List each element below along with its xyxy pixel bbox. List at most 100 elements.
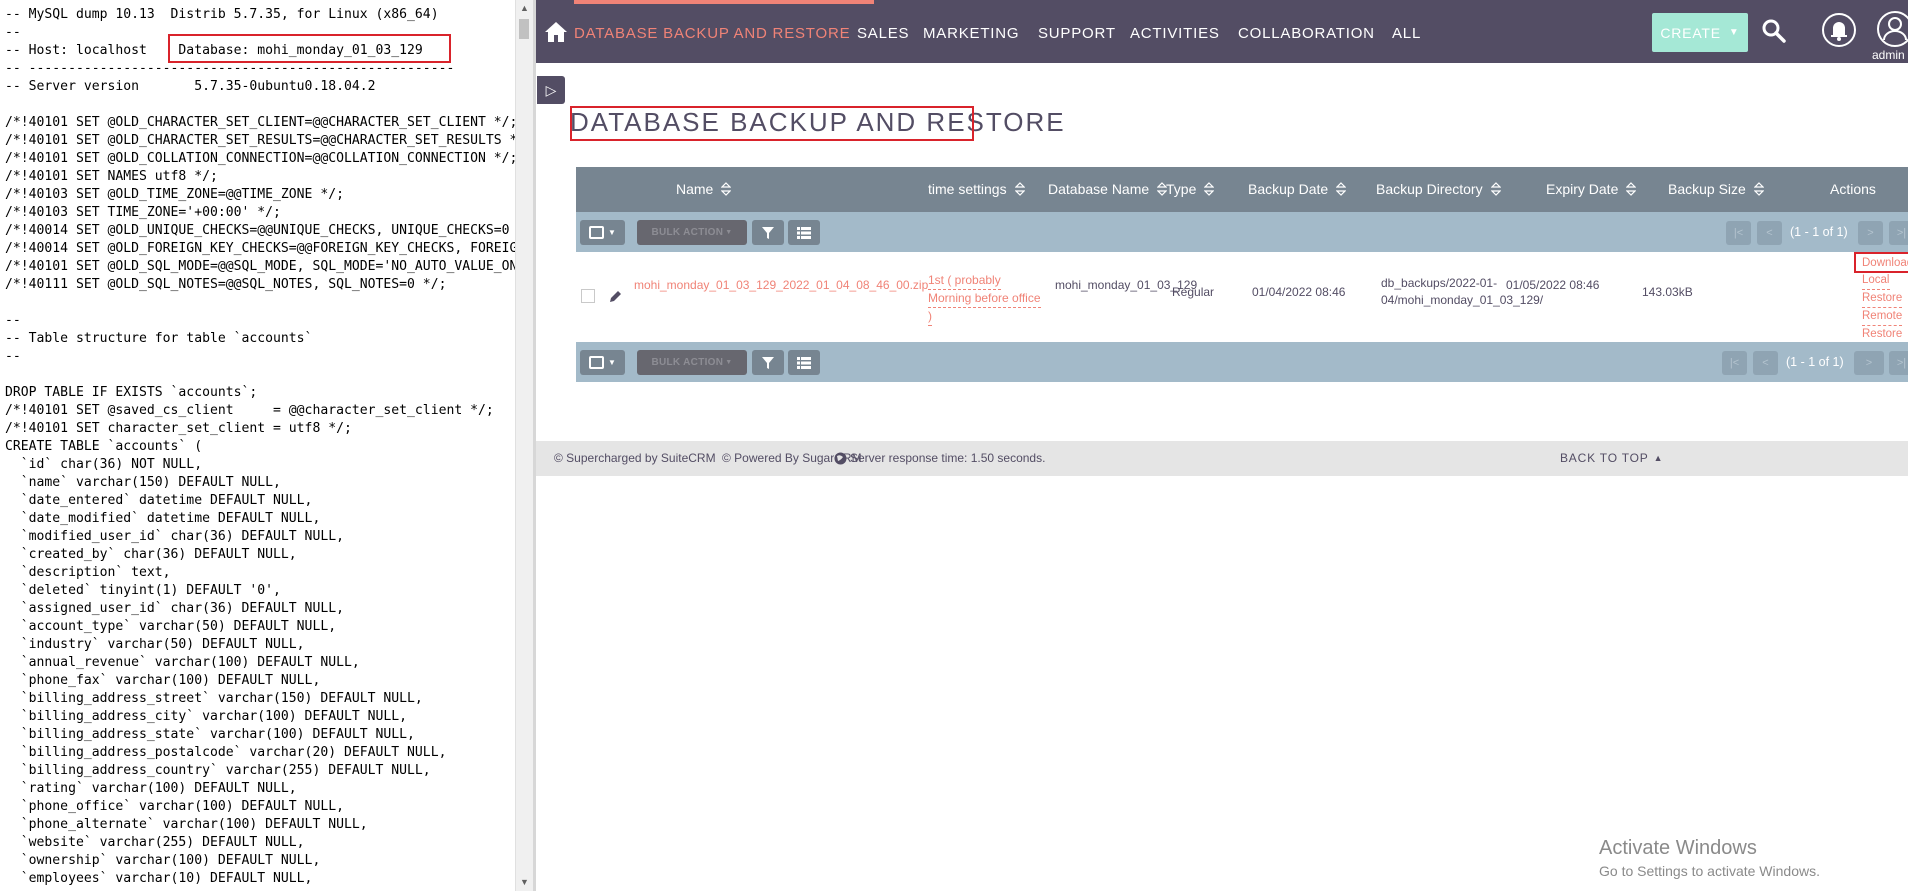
sql-dump-text[interactable]: -- MySQL dump 10.13 Distrib 5.7.35, for … — [5, 6, 515, 888]
column-header-name[interactable]: Name — [676, 181, 732, 197]
sidebar-toggle-button[interactable]: ▷ — [537, 76, 565, 104]
column-header-database-name[interactable]: Database Name — [1048, 181, 1168, 197]
sort-icon[interactable] — [1204, 182, 1215, 196]
sort-icon[interactable] — [1490, 182, 1501, 196]
column-header-backup-size[interactable]: Backup Size — [1668, 181, 1764, 197]
back-to-top-link[interactable]: BACK TO TOP ▲ — [1560, 451, 1663, 465]
last-page-button[interactable]: >| — [1889, 221, 1908, 245]
last-page-button[interactable]: >| — [1889, 351, 1908, 375]
first-page-button[interactable]: |< — [1722, 351, 1747, 375]
sort-icon[interactable] — [1336, 182, 1347, 196]
sql-line: `rating` varchar(100) DEFAULT NULL, — [5, 781, 297, 796]
time-settings-line: Morning before office — [928, 290, 1041, 308]
column-chooser-button[interactable] — [788, 220, 820, 245]
suitecrm-credit[interactable]: © Supercharged by SuiteCRM — [554, 451, 716, 465]
activate-windows-subtitle: Go to Settings to activate Windows. — [1599, 863, 1820, 879]
pencil-edit-icon[interactable] — [608, 289, 623, 304]
column-header-label: Name — [676, 181, 714, 197]
nav-item-collaboration[interactable]: COLLABORATION — [1238, 25, 1375, 42]
last-page-icon: >| — [1896, 227, 1907, 239]
nav-item-all[interactable]: ALL — [1392, 25, 1421, 42]
nav-item-activities[interactable]: ACTIVITIES — [1130, 25, 1220, 42]
remote-restore-link[interactable]: Remote — [1862, 308, 1903, 326]
user-avatar-icon[interactable] — [1876, 10, 1908, 48]
select-all-dropdown[interactable]: ▼ — [580, 350, 625, 375]
bulk-action-button[interactable]: BULK ACTION ▼ — [637, 220, 747, 245]
sql-line: `name` varchar(150) DEFAULT NULL, — [5, 475, 281, 490]
expiry-date-cell: 01/05/2022 08:46 — [1506, 278, 1600, 292]
chevron-left-icon: < — [1762, 357, 1769, 369]
chevron-down-icon: ▼ — [725, 359, 733, 366]
sql-line: /*!40111 SET @OLD_SQL_NOTES=@@SQL_NOTES,… — [5, 277, 447, 292]
user-name-label[interactable]: admin — [1872, 48, 1905, 62]
sql-line: `created_by` char(36) DEFAULT NULL, — [5, 547, 297, 562]
sort-icon[interactable] — [1753, 182, 1764, 196]
local-restore-link[interactable]: Local — [1862, 272, 1890, 290]
nav-item-sales[interactable]: SALES — [857, 25, 909, 42]
sql-line: `date_entered` datetime DEFAULT NULL, — [5, 493, 313, 508]
filter-button[interactable] — [752, 220, 784, 245]
sql-line — [5, 96, 515, 114]
pagination-count: (1 - 1 of 1) — [1786, 355, 1844, 369]
time-settings-link[interactable]: 1st ( probably Morning before office ) — [928, 272, 1041, 326]
download-highlight — [1854, 252, 1908, 273]
row-checkbox[interactable] — [581, 289, 595, 303]
chevron-down-icon: ▼ — [608, 358, 616, 367]
column-header-type[interactable]: Type — [1166, 181, 1215, 197]
pagination-count: (1 - 1 of 1) — [1790, 225, 1848, 239]
nav-item-database-backup[interactable]: DATABASE BACKUP AND RESTORE — [574, 25, 850, 42]
filter-icon — [762, 356, 774, 369]
column-header-label: time settings — [928, 181, 1007, 197]
bulk-action-label: BULK ACTION — [651, 227, 724, 238]
column-header-time-settings[interactable]: time settings — [928, 181, 1025, 197]
time-settings-line: 1st ( probably — [928, 272, 1001, 290]
column-header-expiry-date[interactable]: Expiry Date — [1546, 181, 1637, 197]
next-page-button[interactable]: > — [1858, 221, 1883, 245]
checkbox-icon — [589, 356, 605, 369]
nav-item-marketing[interactable]: MARKETING — [923, 25, 1019, 42]
server-response-time: Server response time: 1.50 seconds. — [834, 451, 1045, 465]
database-name-highlight — [168, 34, 451, 63]
sort-icon[interactable] — [721, 182, 732, 196]
crm-window: DATABASE BACKUP AND RESTORE SALES MARKET… — [536, 0, 1908, 891]
sort-icon[interactable] — [1014, 182, 1025, 196]
create-button[interactable]: CREATE ▼ — [1652, 13, 1748, 52]
home-icon[interactable] — [544, 20, 568, 44]
sql-line: /*!40101 SET @saved_cs_client = @@charac… — [5, 403, 494, 418]
column-header-backup-date[interactable]: Backup Date — [1248, 181, 1347, 197]
first-page-button[interactable]: |< — [1726, 221, 1751, 245]
scroll-up-arrow-icon[interactable]: ▲ — [516, 0, 533, 17]
nav-item-support[interactable]: SUPPORT — [1038, 25, 1116, 42]
sql-line — [5, 366, 515, 384]
bulk-action-button[interactable]: BULK ACTION ▼ — [637, 350, 747, 375]
column-header-backup-directory[interactable]: Backup Directory — [1376, 181, 1501, 197]
search-icon[interactable] — [1761, 18, 1787, 44]
notification-bell-icon[interactable] — [1821, 12, 1857, 48]
sql-line: `account_type` varchar(50) DEFAULT NULL, — [5, 619, 337, 634]
sql-line: /*!40014 SET @OLD_UNIQUE_CHECKS=@@UNIQUE… — [5, 223, 515, 238]
sql-line: `date_modified` datetime DEFAULT NULL, — [5, 511, 321, 526]
filter-button[interactable] — [752, 350, 784, 375]
backup-file-link[interactable]: mohi_monday_01_03_129_2022_01_04_08_46_0… — [634, 277, 928, 294]
vertical-scrollbar[interactable]: ▲ ▼ — [515, 0, 533, 891]
type-cell: Regular — [1172, 285, 1215, 299]
previous-page-button[interactable]: < — [1753, 351, 1778, 375]
scroll-down-arrow-icon[interactable]: ▼ — [516, 874, 533, 891]
column-chooser-button[interactable] — [788, 350, 820, 375]
chevron-down-icon: ▼ — [725, 229, 733, 236]
sql-line: `deleted` tinyint(1) DEFAULT '0', — [5, 583, 281, 598]
sql-line: -- — [5, 349, 21, 364]
previous-page-button[interactable]: < — [1757, 221, 1782, 245]
sql-line: `website` varchar(255) DEFAULT NULL, — [5, 835, 305, 850]
sort-icon[interactable] — [1626, 182, 1637, 196]
column-header-label: Type — [1166, 181, 1197, 197]
sql-line: /*!40103 SET TIME_ZONE='+00:00' */; — [5, 205, 281, 220]
scroll-thumb[interactable] — [519, 19, 529, 39]
column-header-label: Expiry Date — [1546, 181, 1619, 197]
sql-line: /*!40101 SET @OLD_SQL_MODE=@@SQL_MODE, S… — [5, 259, 515, 274]
sql-text-viewer[interactable]: -- MySQL dump 10.13 Distrib 5.7.35, for … — [0, 0, 533, 891]
local-restore-link[interactable]: Restore — [1862, 290, 1903, 308]
sql-line: `phone_office` varchar(100) DEFAULT NULL… — [5, 799, 344, 814]
next-page-button[interactable]: > — [1854, 351, 1884, 375]
select-all-dropdown[interactable]: ▼ — [580, 220, 625, 245]
